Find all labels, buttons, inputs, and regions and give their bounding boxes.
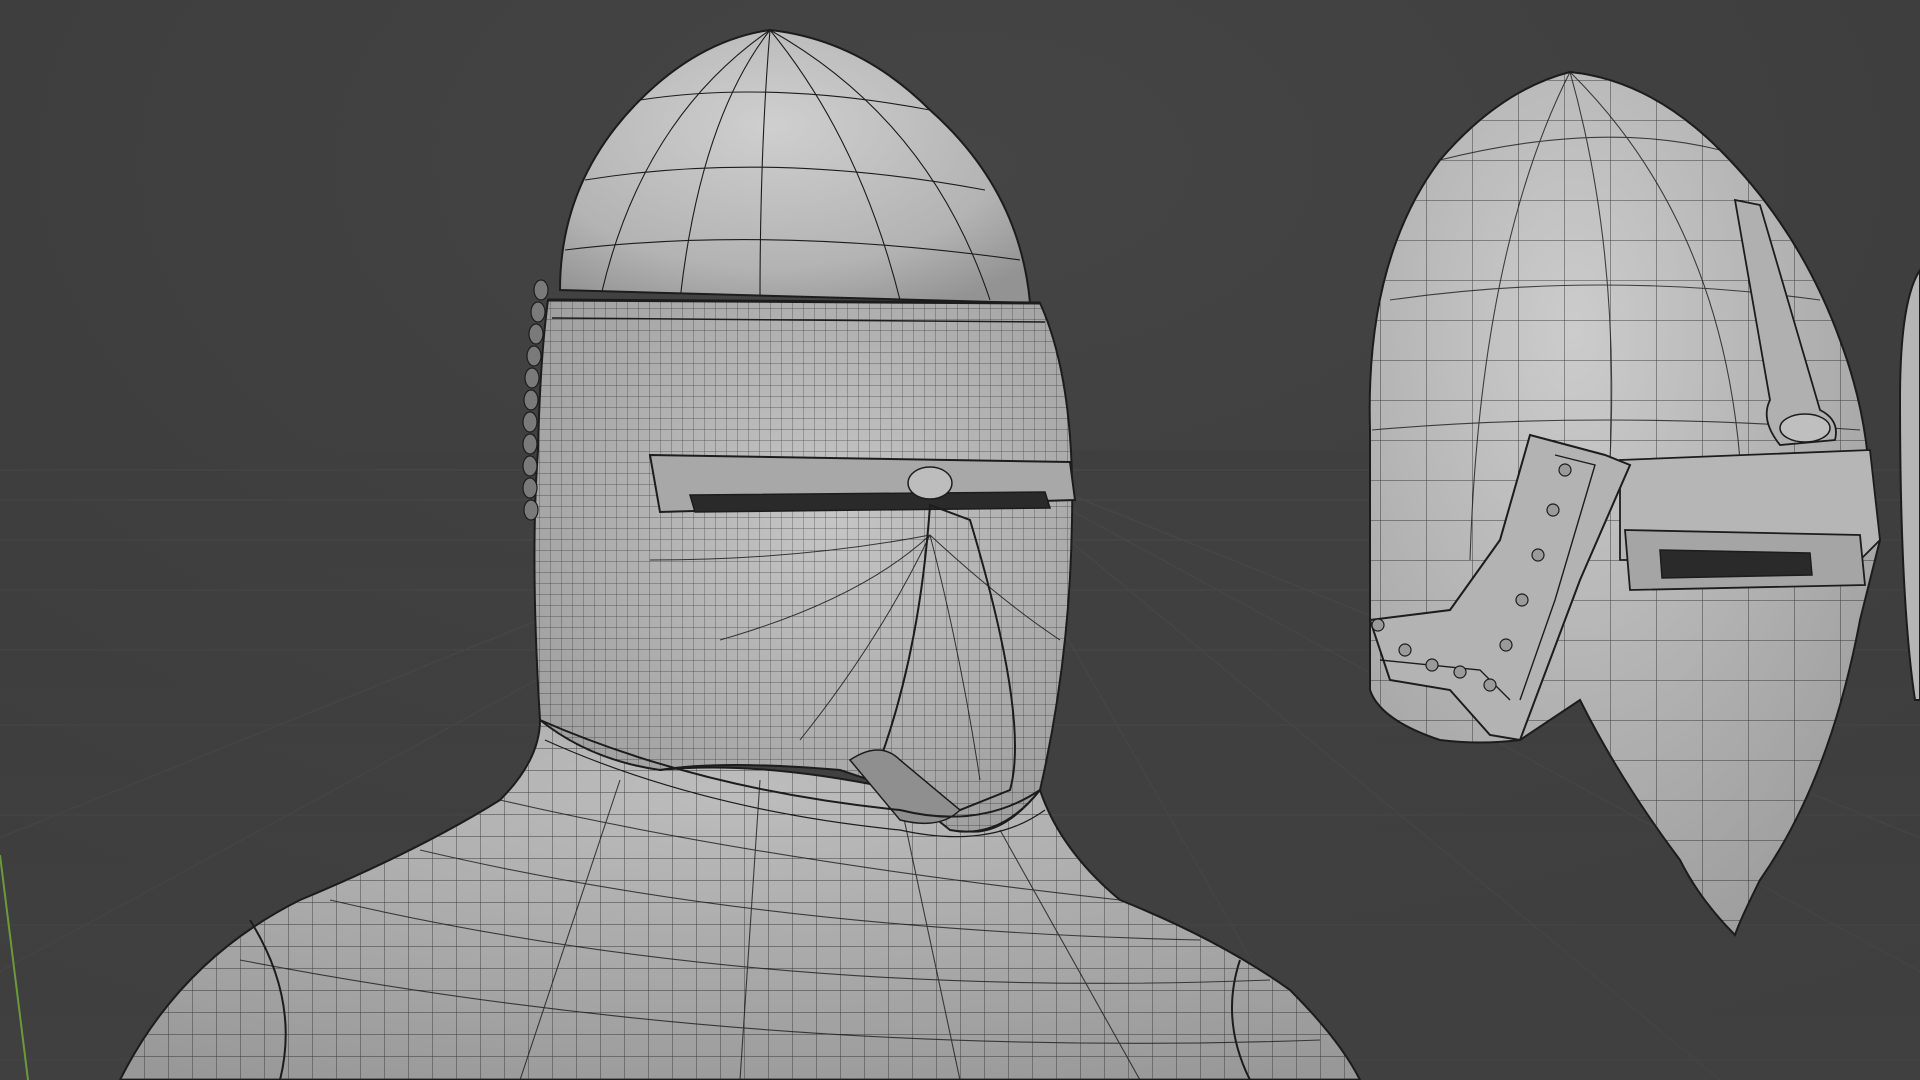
viewport-canvas[interactable] [0,0,1920,1080]
3d-viewport[interactable] [0,0,1920,1080]
